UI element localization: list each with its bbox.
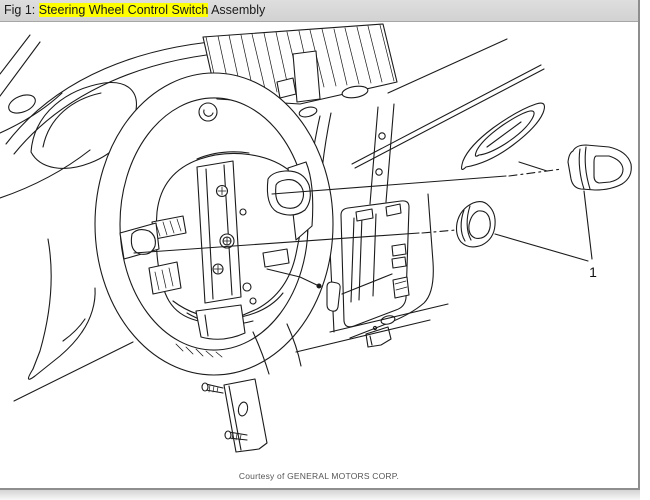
caption-suffix: Assembly xyxy=(208,3,266,17)
dash-vent-grille xyxy=(202,23,398,118)
figure-panel: Fig 1: Steering Wheel Control Switch Ass… xyxy=(0,0,640,490)
credit-line: Courtesy of GENERAL MOTORS CORP. xyxy=(238,471,400,481)
bottom-divider xyxy=(0,490,640,500)
lower-control-switch xyxy=(455,200,496,248)
left-switch-opening xyxy=(130,228,156,255)
caption-prefix: Fig 1: xyxy=(4,3,39,17)
caption-highlighted-text: Steering Wheel Control Switch xyxy=(38,3,209,17)
steering-wheel-diagram: 1 xyxy=(0,23,632,453)
illustration-area: 1 Courtesy of GENERAL MOTORS CORP. xyxy=(0,22,638,488)
figure-caption-bar: Fig 1: Steering Wheel Control Switch Ass… xyxy=(0,0,638,22)
knee-bolster xyxy=(27,238,96,380)
door-handle xyxy=(460,102,548,172)
upper-control-switch xyxy=(567,144,632,191)
callout-1-label: 1 xyxy=(589,264,597,280)
